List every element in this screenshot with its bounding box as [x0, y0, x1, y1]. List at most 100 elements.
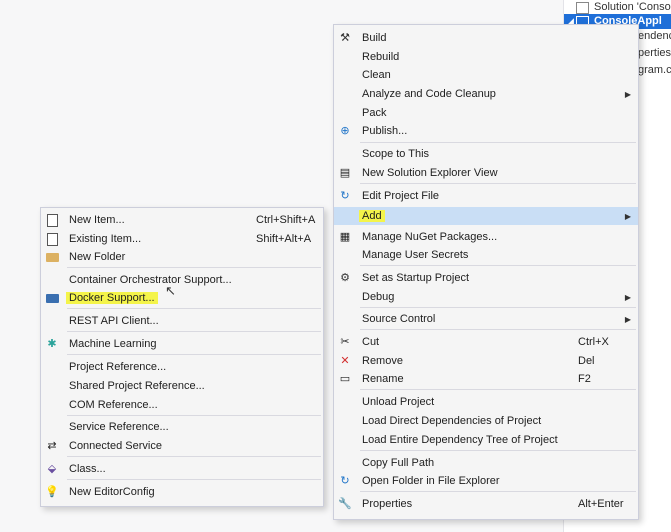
existing-item-icon	[45, 233, 59, 246]
tree-label: perties	[638, 47, 671, 59]
menu-separator	[360, 491, 636, 492]
menu-label: Load Entire Dependency Tree of Project	[362, 434, 558, 446]
menu-label: Rebuild	[362, 51, 400, 63]
menu-item-cut[interactable]: ✂ Cut Ctrl+X	[334, 333, 638, 351]
submenu-arrow-icon: ▶	[624, 212, 631, 221]
menu-item-open-folder[interactable]: ↻ Open Folder in File Explorer	[334, 472, 638, 490]
machine-learning-icon: ✱	[47, 338, 57, 350]
menu-item-machine-learning[interactable]: ✱ Machine Learning	[41, 335, 323, 353]
menu-item-startup[interactable]: ⚙ Set as Startup Project	[334, 269, 638, 287]
menu-label: New Solution Explorer View	[362, 167, 498, 179]
menu-label: Set as Startup Project	[362, 272, 469, 284]
menu-item-new-folder[interactable]: New Folder	[41, 248, 323, 266]
menu-item-publish[interactable]: ⊕ Publish...	[334, 122, 638, 140]
menu-item-com-reference[interactable]: COM Reference...	[41, 396, 323, 414]
menu-item-docker-support[interactable]: Docker Support...	[41, 289, 323, 307]
menu-item-build[interactable]: ⚒ Build	[334, 29, 638, 47]
tree-label: endenc	[638, 30, 671, 42]
menu-item-project-reference[interactable]: Project Reference...	[41, 358, 323, 376]
wrench-icon: 🔧	[338, 498, 352, 510]
menu-label: Cut	[362, 336, 380, 348]
menu-label: Shared Project Reference...	[69, 380, 205, 392]
menu-item-scope[interactable]: Scope to This	[334, 145, 638, 163]
submenu-arrow-icon: ▶	[624, 293, 631, 302]
menu-item-connected-service[interactable]: ⇄ Connected Service	[41, 437, 323, 455]
menu-separator	[67, 456, 321, 457]
menu-item-load-tree[interactable]: Load Entire Dependency Tree of Project	[334, 431, 638, 449]
refresh-arrow-icon: ↻	[340, 475, 350, 487]
menu-separator	[67, 308, 321, 309]
package-icon: ▦	[339, 231, 351, 243]
menu-label: New Item...	[69, 214, 125, 226]
menu-label: Publish...	[362, 125, 408, 137]
menu-shortcut: Ctrl+X	[578, 336, 609, 348]
menu-item-user-secrets[interactable]: Manage User Secrets	[334, 246, 638, 264]
menu-label: Docker Support...	[66, 292, 158, 304]
window-icon: ▤	[339, 167, 351, 179]
menu-item-nuget[interactable]: ▦ Manage NuGet Packages...	[334, 228, 638, 246]
tree-label: gram.c	[638, 64, 671, 76]
menu-item-service-reference[interactable]: Service Reference...	[41, 418, 323, 436]
menu-label: New Folder	[69, 251, 126, 263]
menu-shortcut: Ctrl+Shift+A	[256, 214, 316, 226]
menu-label: Add	[359, 210, 385, 222]
menu-item-existing-item[interactable]: Existing Item... Shift+Alt+A	[41, 230, 323, 248]
menu-label: COM Reference...	[69, 399, 158, 411]
menu-item-clean[interactable]: Clean	[334, 66, 638, 84]
menu-item-edit-project[interactable]: ↻ Edit Project File	[334, 187, 638, 205]
submenu-arrow-icon: ▶	[624, 315, 631, 324]
connected-service-icon: ⇄	[47, 440, 57, 452]
menu-label: Debug	[362, 291, 395, 303]
menu-separator	[360, 329, 636, 330]
menu-item-debug[interactable]: Debug ▶	[334, 288, 638, 306]
menu-label: Analyze and Code Cleanup	[362, 88, 496, 100]
menu-item-analyze[interactable]: Analyze and Code Cleanup ▶	[334, 85, 638, 103]
menu-item-new-item[interactable]: New Item... Ctrl+Shift+A	[41, 211, 323, 229]
menu-item-copy-path[interactable]: Copy Full Path	[334, 454, 638, 472]
menu-item-new-editorconfig[interactable]: 💡 New EditorConfig	[41, 483, 323, 501]
rename-icon: ▭	[339, 373, 351, 385]
menu-label: Class...	[69, 463, 106, 475]
menu-shortcut: Alt+Enter	[578, 498, 624, 510]
menu-label: REST API Client...	[69, 315, 159, 327]
menu-item-rename[interactable]: ▭ Rename F2	[334, 370, 638, 388]
lightbulb-icon: 💡	[45, 486, 59, 498]
remove-x-icon: ✕	[340, 355, 350, 367]
menu-separator	[67, 267, 321, 268]
menu-label: Scope to This	[362, 148, 430, 160]
menu-item-load-direct[interactable]: Load Direct Dependencies of Project	[334, 412, 638, 430]
menu-separator	[360, 307, 636, 308]
menu-label: Connected Service	[69, 440, 162, 452]
menu-item-unload[interactable]: Unload Project	[334, 393, 638, 411]
menu-item-rest-api[interactable]: REST API Client...	[41, 312, 323, 330]
menu-label: Properties	[362, 498, 413, 510]
menu-item-container-orchestrator[interactable]: Container Orchestrator Support...	[41, 271, 323, 289]
menu-label: Build	[362, 32, 387, 44]
globe-icon: ⊕	[340, 125, 350, 137]
menu-label: Project Reference...	[69, 361, 167, 373]
menu-item-shared-project-reference[interactable]: Shared Project Reference...	[41, 377, 323, 395]
submenu-arrow-icon: ▶	[624, 90, 631, 99]
menu-separator	[67, 479, 321, 480]
menu-item-properties[interactable]: 🔧 Properties Alt+Enter	[334, 495, 638, 513]
menu-item-add[interactable]: Add ▶	[334, 207, 638, 225]
solution-node[interactable]: Solution 'Console	[564, 0, 671, 15]
project-context-menu: ⚒ Build Rebuild Clean Analyze and Code C…	[333, 24, 639, 520]
menu-item-rebuild[interactable]: Rebuild	[334, 48, 638, 66]
menu-item-new-view[interactable]: ▤ New Solution Explorer View	[334, 164, 638, 182]
menu-item-source-control[interactable]: Source Control ▶	[334, 310, 638, 328]
menu-item-class[interactable]: ⬙ Class...	[41, 460, 323, 478]
menu-label: Clean	[362, 69, 391, 81]
menu-label: Source Control	[362, 313, 436, 325]
menu-label: Machine Learning	[69, 338, 157, 350]
menu-label: Existing Item...	[69, 233, 142, 245]
menu-separator	[360, 142, 636, 143]
solution-icon	[576, 2, 589, 14]
menu-item-remove[interactable]: ✕ Remove Del	[334, 352, 638, 370]
menu-label: Edit Project File	[362, 190, 440, 202]
docker-icon	[45, 292, 59, 305]
menu-shortcut: Del	[578, 355, 595, 367]
menu-label: Unload Project	[362, 396, 435, 408]
menu-item-pack[interactable]: Pack	[334, 104, 638, 122]
menu-label: Pack	[362, 107, 387, 119]
